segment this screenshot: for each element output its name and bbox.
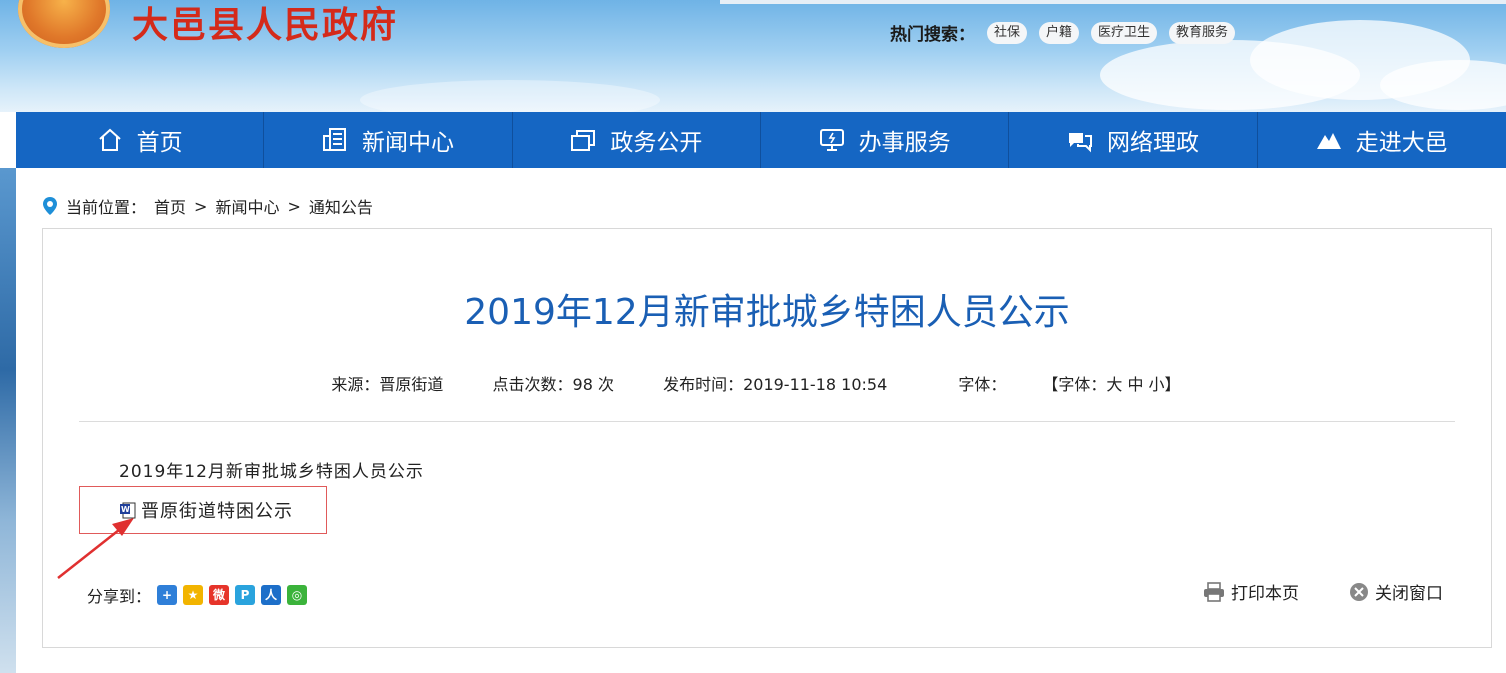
hot-tag-jiaoyu[interactable]: 教育服务: [1169, 21, 1236, 44]
font-label: 字体：: [958, 375, 1007, 394]
article-meta: 来源：晋原街道 点击次数：98 次 发布时间：2019-11-18 10:54 …: [43, 371, 1491, 395]
hot-tag-huji[interactable]: 户籍: [1039, 21, 1080, 44]
home-icon: [98, 128, 121, 151]
side-decoration: [0, 168, 16, 673]
share-more-button[interactable]: +: [157, 585, 178, 605]
breadcrumb-separator: >: [287, 196, 301, 216]
newspaper-icon: [322, 128, 346, 151]
breadcrumb-separator: >: [194, 196, 208, 216]
printer-icon: [1204, 581, 1224, 602]
site-header: 大邑县人民政府 热门搜索： 社保 户籍 医疗卫生 教育服务: [0, 0, 1506, 112]
cloud-decoration: [360, 80, 660, 112]
close-label: 关闭窗口: [1375, 584, 1443, 604]
svg-text:W: W: [121, 505, 131, 514]
share-qzone-button[interactable]: ★: [183, 585, 204, 605]
mountain-icon: [1316, 133, 1341, 149]
close-window-button[interactable]: 关闭窗口: [1349, 579, 1443, 604]
breadcrumb-home[interactable]: 首页: [154, 194, 186, 218]
hot-search-label: 热门搜索：: [890, 25, 975, 45]
article-card: 2019年12月新审批城乡特困人员公示 来源：晋原街道 点击次数：98 次 发布…: [42, 228, 1492, 648]
nav-item-online-governance[interactable]: 网络理政: [1009, 112, 1258, 168]
nav-item-services[interactable]: 办事服务: [761, 112, 1010, 168]
close-icon: [1350, 582, 1368, 601]
hot-tag-yiliao[interactable]: 医疗卫生: [1091, 21, 1158, 44]
monitor-icon: [819, 129, 844, 151]
nav-item-news[interactable]: 新闻中心: [264, 112, 513, 168]
nav-item-govinfo[interactable]: 政务公开: [513, 112, 761, 168]
nav-label: 网络理政: [1106, 130, 1199, 156]
nav-label: 走进大邑: [1355, 130, 1448, 156]
main-nav: 首页 新闻中心 政务公开 办事服务 网络理政 走进大邑: [16, 112, 1506, 168]
breadcrumb-notices[interactable]: 通知公告: [309, 194, 373, 218]
print-button[interactable]: 打印本页: [1203, 579, 1299, 604]
top-bar: [720, 0, 1506, 4]
font-size-options[interactable]: 【字体：大 中 小】: [1050, 375, 1180, 394]
share-weibo-button[interactable]: 微: [209, 585, 230, 605]
breadcrumb: 当前位置： 首页 > 新闻中心 > 通知公告: [42, 194, 373, 218]
location-pin-icon: [43, 197, 57, 215]
divider: [79, 421, 1455, 422]
word-doc-icon: W: [119, 501, 137, 519]
meta-font: 字体： 【字体：大 中 小】: [936, 375, 1202, 394]
nav-item-home[interactable]: 首页: [16, 112, 265, 168]
meta-source: 来源：晋原街道: [331, 375, 444, 394]
share-bar: 分享到： + ★ 微 P 人 ◎: [87, 583, 308, 607]
attachment-label[interactable]: 晋原街道特困公示: [141, 497, 293, 523]
chat-icon: [1068, 133, 1092, 153]
breadcrumb-news[interactable]: 新闻中心: [215, 194, 279, 218]
hot-tag-shebao[interactable]: 社保: [987, 21, 1028, 44]
breadcrumb-prefix: 当前位置：: [66, 198, 147, 217]
government-emblem-icon[interactable]: [18, 0, 110, 48]
attachment-link[interactable]: W 晋原街道特困公示: [119, 497, 293, 523]
site-title[interactable]: 大邑县人民政府: [132, 0, 398, 50]
share-wechat-button[interactable]: ◎: [287, 585, 308, 605]
hot-search: 热门搜索： 社保 户籍 医疗卫生 教育服务: [890, 20, 1236, 45]
article-body-text: 2019年12月新审批城乡特困人员公示: [119, 462, 424, 482]
nav-label: 政务公开: [610, 130, 703, 156]
share-tqq-button[interactable]: P: [235, 585, 256, 605]
share-label: 分享到：: [87, 587, 152, 606]
meta-clicks: 点击次数：98 次: [492, 375, 614, 394]
article-title: 2019年12月新审批城乡特困人员公示: [464, 292, 1070, 333]
share-renren-button[interactable]: 人: [261, 585, 282, 605]
meta-published: 发布时间：2019-11-18 10:54: [663, 375, 888, 394]
nav-label: 新闻中心: [361, 130, 454, 156]
windows-icon: [571, 130, 596, 151]
print-label: 打印本页: [1231, 584, 1299, 604]
nav-item-about-dayi[interactable]: 走进大邑: [1258, 112, 1506, 168]
nav-label: 首页: [136, 130, 183, 156]
nav-label: 办事服务: [858, 130, 951, 156]
